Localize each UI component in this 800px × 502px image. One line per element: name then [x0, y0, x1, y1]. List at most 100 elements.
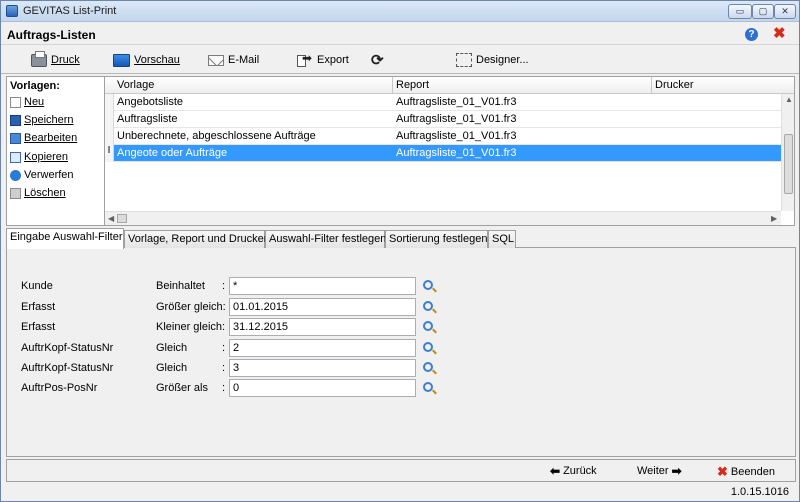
toolbar: Druck Vorschau E-Mail Export ⟳ Designer.…: [1, 46, 799, 74]
cell-vorlage: Auftragsliste: [117, 113, 178, 125]
designer-label: Designer...: [476, 54, 529, 66]
cell-report: Auftragsliste_01_V01.fr3: [396, 113, 517, 125]
arrow-left-icon: ⬅: [550, 464, 561, 478]
tab-eingabe-auswahl-filter[interactable]: Eingabe Auswahl-Filter: [6, 228, 124, 249]
mail-icon: [208, 54, 224, 66]
page-header: Auftrags-Listen ? ✖: [1, 23, 799, 45]
preview-label: Vorschau: [134, 54, 180, 66]
column-header-report[interactable]: Report: [396, 79, 429, 91]
main-window: GEVITAS List-Print ▭ ▢ ✕ Auftrags-Listen…: [0, 0, 800, 502]
tab-auswahl-filter-festlegen[interactable]: Auswahl-Filter festlegen: [265, 230, 386, 248]
horizontal-scroll-thumb[interactable]: [117, 214, 127, 223]
filter-row: Erfasst Größer gleich:: [7, 298, 797, 318]
grid-header: Vorlage Report Drucker: [105, 77, 794, 94]
delete-icon: [10, 187, 21, 199]
preview-button[interactable]: Vorschau: [113, 51, 180, 69]
page-title: Auftrags-Listen: [7, 28, 96, 42]
filter-colon: :: [222, 280, 226, 292]
table-row[interactable]: Unberechnete, abgeschlossene Aufträge Au…: [105, 128, 781, 145]
back-button[interactable]: ⬅ Zurück: [550, 464, 597, 478]
scroll-left-icon[interactable]: ◀: [108, 214, 114, 223]
discard-icon: [10, 169, 21, 181]
exit-icon: ✖: [717, 464, 728, 479]
next-button[interactable]: Weiter ➡: [637, 464, 682, 478]
email-button[interactable]: E-Mail: [208, 51, 259, 69]
close-window-button[interactable]: ✕: [774, 4, 796, 19]
filter-colon: :: [222, 382, 226, 394]
vertical-scroll-thumb[interactable]: [784, 134, 793, 194]
row-indicator: [105, 128, 114, 145]
sidebar-item-discard[interactable]: Verwerfen: [10, 169, 74, 181]
vertical-scrollbar[interactable]: ▲: [781, 94, 794, 211]
filter-value-input[interactable]: [229, 379, 416, 397]
cell-vorlage: Angeote oder Aufträge: [117, 147, 228, 159]
print-button[interactable]: Druck: [31, 50, 80, 69]
print-label: Druck: [51, 54, 80, 66]
printer-icon: [31, 50, 47, 67]
magnifier-icon[interactable]: [423, 321, 433, 331]
filter-operator-label: Größer als: [156, 382, 208, 394]
minimize-button[interactable]: ▭: [728, 4, 752, 19]
filter-field-label: AuftrKopf-StatusNr: [21, 342, 114, 354]
sidebar-item-copy[interactable]: Kopieren: [10, 151, 68, 163]
filter-operator-label: Gleich: [156, 342, 188, 354]
exit-button[interactable]: ✖ Beenden: [717, 464, 775, 480]
sidebar-item-label: Verwerfen: [24, 169, 74, 181]
filter-value-input[interactable]: [229, 318, 416, 336]
filter-value-input[interactable]: [229, 277, 416, 295]
help-icon[interactable]: ?: [745, 28, 758, 41]
tab-sql[interactable]: SQL: [488, 230, 516, 248]
refresh-button[interactable]: ⟳: [371, 51, 384, 69]
magnifier-icon[interactable]: [423, 301, 433, 311]
exit-label: Beenden: [730, 466, 775, 478]
table-row[interactable]: Auftragsliste Auftragsliste_01_V01.fr3: [105, 111, 781, 128]
filter-value-input[interactable]: [229, 339, 416, 357]
sidebar-item-label: Neu: [24, 96, 45, 108]
export-icon: [297, 51, 313, 67]
email-label: E-Mail: [228, 54, 260, 66]
sidebar-item-delete[interactable]: Löschen: [10, 187, 66, 199]
sidebar-item-edit[interactable]: Bearbeiten: [10, 132, 77, 144]
tab-vorlage-report-drucker[interactable]: Vorlage, Report und Drucker: [124, 230, 267, 248]
filter-field-label: Kunde: [21, 280, 53, 292]
export-button[interactable]: Export: [297, 51, 349, 69]
scroll-right-icon[interactable]: ▶: [771, 214, 777, 223]
designer-button[interactable]: Designer...: [456, 51, 529, 69]
filter-colon: :: [222, 362, 226, 374]
sidebar-item-new[interactable]: Neu: [10, 96, 44, 108]
filter-row: AuftrKopf-StatusNr Gleich :: [7, 359, 797, 379]
column-header-drucker[interactable]: Drucker: [655, 79, 694, 91]
filter-value-input[interactable]: [229, 359, 416, 377]
tab-sortierung-festlegen[interactable]: Sortierung festlegen: [385, 230, 488, 248]
magnifier-icon[interactable]: [423, 342, 433, 352]
filter-value-input[interactable]: [229, 298, 416, 316]
app-icon: [6, 5, 18, 17]
column-header-vorlage[interactable]: Vorlage: [117, 79, 154, 91]
table-row[interactable]: Angebotsliste Auftragsliste_01_V01.fr3: [105, 94, 781, 111]
filter-operator-label: Kleiner gleich:: [156, 321, 226, 333]
column-divider[interactable]: [651, 77, 652, 94]
scroll-up-icon[interactable]: ▲: [785, 95, 793, 104]
window-title: GEVITAS List-Print: [23, 5, 117, 17]
sidebar-item-save[interactable]: Speichern: [10, 114, 74, 126]
horizontal-scrollbar[interactable]: ◀ ▶: [105, 211, 781, 225]
magnifier-icon[interactable]: [423, 362, 433, 372]
table-row-selected[interactable]: I Angeote oder Aufträge Auftragsliste_01…: [105, 145, 781, 162]
save-icon: [10, 114, 21, 126]
next-label: Weiter: [637, 465, 669, 477]
magnifier-icon[interactable]: [423, 280, 433, 290]
filter-row: Kunde Beinhaltet :: [7, 277, 797, 297]
close-icon[interactable]: ✖: [773, 25, 786, 43]
maximize-button[interactable]: ▢: [752, 4, 774, 19]
filter-colon: :: [222, 342, 226, 354]
magnifier-icon[interactable]: [423, 382, 433, 392]
sidebar-item-label: Bearbeiten: [24, 132, 78, 144]
cell-report: Auftragsliste_01_V01.fr3: [396, 147, 517, 159]
tab-strip: Eingabe Auswahl-Filter Vorlage, Report u…: [6, 228, 796, 249]
filter-panel: Kunde Beinhaltet : Erfasst Größer gleich…: [6, 248, 796, 457]
filter-row: AuftrPos-PosNr Größer als :: [7, 379, 797, 399]
filter-operator-label: Größer gleich:: [156, 301, 226, 313]
filter-field-label: AuftrKopf-StatusNr: [21, 362, 114, 374]
column-divider[interactable]: [392, 77, 393, 94]
filter-operator-label: Beinhaltet: [156, 280, 205, 292]
